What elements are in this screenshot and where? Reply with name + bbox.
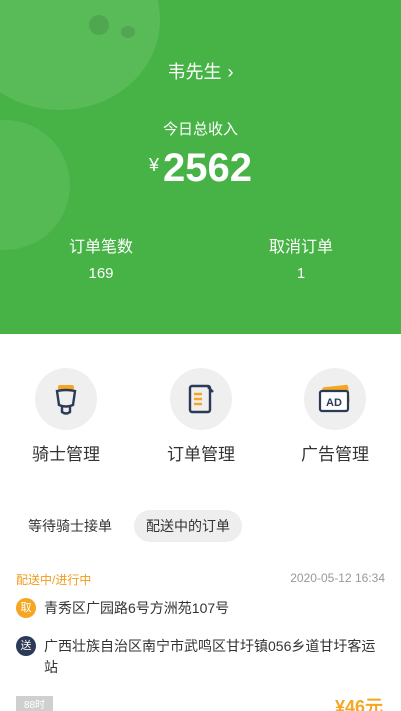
order-management-button[interactable]: 订单管理 <box>141 368 261 465</box>
income-amount: ¥2562 <box>0 146 401 191</box>
pickup-badge: 取 <box>16 598 36 618</box>
order-status: 配送中/进行中 <box>16 573 92 587</box>
delivery-address-row[interactable]: 送 广西壮族自治区南宁市武鸣区甘圩镇056乡道甘圩客运站 <box>16 636 389 678</box>
order-time: 2020-05-12 16:34 <box>290 571 385 585</box>
currency-symbol: ¥ <box>149 155 160 175</box>
user-profile-link[interactable]: 韦先生 › <box>0 58 401 84</box>
ad-icon: AD <box>304 368 366 430</box>
rider-management-button[interactable]: 骑士管理 <box>6 368 126 465</box>
delivery-address: 广西壮族自治区南宁市武鸣区甘圩镇056乡道甘圩客运站 <box>44 638 376 675</box>
delivery-timer: 88时 <box>16 696 53 711</box>
pickup-address: 青秀区广园路6号方洲苑107号 <box>44 600 230 616</box>
scooter-icon <box>35 368 97 430</box>
pickup-address-row[interactable]: 取 青秀区广园路6号方洲苑107号 <box>16 598 389 619</box>
tab-waiting-rider[interactable]: 等待骑士接单 <box>16 510 124 542</box>
username: 韦先生 <box>167 62 222 82</box>
ad-management-button[interactable]: AD 广告管理 <box>275 368 395 465</box>
order-management-label: 订单管理 <box>167 445 235 464</box>
decorative-blob <box>0 0 160 110</box>
svg-text:AD: AD <box>326 397 342 409</box>
order-price: ¥46元 <box>334 697 383 711</box>
document-icon <box>170 368 232 430</box>
cancelled-orders-label: 取消订单 <box>268 239 333 256</box>
rider-management-label: 骑士管理 <box>32 445 100 464</box>
cancelled-orders-value: 1 <box>296 265 306 282</box>
chevron-right-icon: › <box>227 62 234 82</box>
income-label: 今日总收入 <box>162 121 238 138</box>
order-tabs: 等待骑士接单 配送中的订单 <box>16 510 242 542</box>
order-count-value: 169 <box>88 265 114 282</box>
tab-delivering[interactable]: 配送中的订单 <box>134 510 242 542</box>
delivery-badge: 送 <box>16 636 36 656</box>
decorative-eye <box>89 15 109 35</box>
order-count-stat[interactable]: 订单笔数 169 <box>1 233 201 282</box>
order-count-label: 订单笔数 <box>68 239 133 256</box>
income-value: 2562 <box>163 146 252 190</box>
income-header: 韦先生 › 今日总收入 ¥2562 订单笔数 169 取消订单 1 <box>0 0 401 334</box>
decorative-eye <box>121 26 135 38</box>
ad-management-label: 广告管理 <box>301 445 369 464</box>
cancelled-orders-stat[interactable]: 取消订单 1 <box>201 233 401 282</box>
